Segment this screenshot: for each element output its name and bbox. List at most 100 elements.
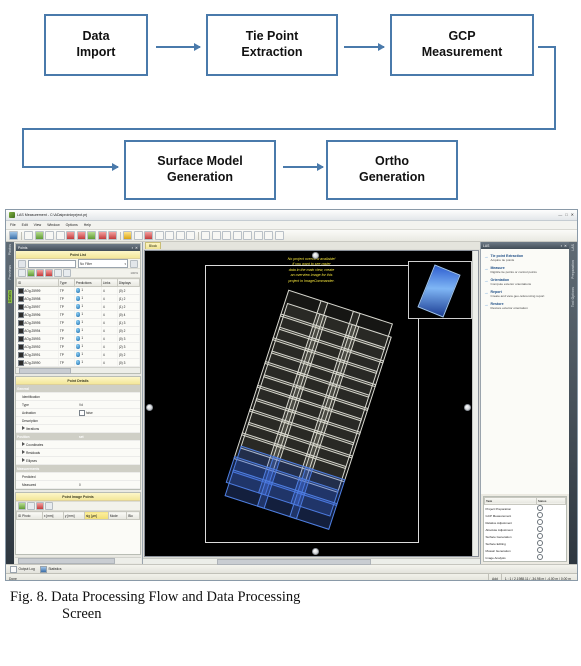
- details-row[interactable]: Description: [16, 416, 140, 425]
- toolbar-remove-icon[interactable]: [76, 231, 86, 240]
- toolbar-reject-icon[interactable]: [97, 231, 107, 240]
- viewport-handle-left[interactable]: [146, 403, 153, 411]
- row-checkbox[interactable]: [17, 319, 24, 326]
- toolbar-settings-icon[interactable]: [253, 231, 263, 240]
- expand-icon[interactable]: [22, 426, 25, 430]
- overview-thumbnail[interactable]: [408, 261, 472, 319]
- menu-bar[interactable]: File Edit View Window Options Help: [6, 221, 577, 230]
- expand-icon[interactable]: [22, 442, 25, 446]
- point-accept-icon[interactable]: [27, 269, 35, 277]
- row-checkbox[interactable]: [17, 327, 24, 334]
- wizard-item[interactable]: → Report Create and view geo-referencing r…: [481, 288, 569, 300]
- vertical-tab-photos[interactable]: Photos: [8, 244, 12, 255]
- output-log-tab[interactable]: Output Log: [10, 565, 35, 573]
- tab-block[interactable]: Block: [145, 242, 162, 249]
- table-row[interactable]: AOg.25995 TP 1 4 (1) 3: [16, 318, 141, 327]
- toolbar-cursor-icon[interactable]: [45, 231, 54, 240]
- wizard-item[interactable]: → Tie point Extraction Acquire tie points: [481, 252, 569, 264]
- toolbar-fit-icon[interactable]: [165, 231, 174, 240]
- pin-icon[interactable]: ▪: [561, 244, 562, 248]
- wizard-item[interactable]: → Measure Digitize tie points or control p…: [481, 264, 569, 276]
- row-checkbox[interactable]: [17, 287, 24, 294]
- vertical-tab-previews[interactable]: Previews: [8, 265, 12, 280]
- column-header-sig-um[interactable]: sig [µm]: [83, 511, 109, 520]
- view-tab-row[interactable]: Block: [143, 242, 480, 249]
- details-group-row[interactable]: Measurements: [16, 464, 140, 473]
- point-filter-row[interactable]: No Filter ▾: [16, 259, 140, 268]
- column-header-displays[interactable]: Displays: [116, 278, 141, 287]
- toolbar-accept-icon[interactable]: [87, 231, 96, 240]
- menu-item-edit[interactable]: Edit: [22, 223, 28, 227]
- close-icon[interactable]: ✕: [564, 244, 567, 248]
- point-remove-icon[interactable]: [45, 269, 53, 277]
- toolbar-add-point-icon[interactable]: [34, 231, 44, 240]
- point-list-toolbar[interactable]: 100%: [16, 268, 140, 278]
- task-row[interactable]: Image Analysis: [485, 554, 566, 561]
- column-header-y-mm[interactable]: y [mm]: [62, 511, 85, 520]
- filter-apply-icon[interactable]: [130, 259, 138, 268]
- task-row[interactable]: Surface Generation: [485, 533, 566, 540]
- expand-icon[interactable]: [22, 458, 25, 462]
- details-row[interactable]: Identification: [16, 392, 140, 401]
- menu-item-help[interactable]: Help: [84, 223, 91, 227]
- vertical-tab-details[interactable]: Details: [8, 289, 12, 303]
- column-header-predictions[interactable]: Predictions: [73, 278, 102, 287]
- toolbar-zoom-icon[interactable]: [133, 231, 143, 240]
- chevron-down-icon[interactable]: ▾: [124, 262, 126, 266]
- image-point-edit-icon[interactable]: [27, 502, 35, 510]
- toolbar-grid-icon[interactable]: [175, 231, 185, 240]
- scrollbar-thumb[interactable]: [18, 557, 115, 564]
- row-checkbox[interactable]: [17, 343, 24, 350]
- menu-item-window[interactable]: Window: [47, 223, 59, 227]
- point-delete-icon[interactable]: [36, 269, 44, 277]
- maximize-icon[interactable]: □: [565, 213, 567, 217]
- details-row[interactable]: Coordinates: [16, 440, 140, 449]
- image-points-toolbar[interactable]: [16, 501, 140, 511]
- toolbar-report-icon[interactable]: [264, 231, 273, 240]
- main-toolbar[interactable]: [6, 230, 577, 242]
- task-row[interactable]: GCP Measurement: [485, 512, 566, 519]
- toolbar-pan-icon[interactable]: [154, 231, 164, 240]
- scrollbar-thumb[interactable]: [19, 367, 71, 374]
- details-row[interactable]: Predicted: [16, 472, 140, 481]
- toolbar-measure-icon[interactable]: [123, 231, 132, 240]
- table-row[interactable]: AOg.25996 TP 1 4 (0) 4: [16, 310, 141, 319]
- column-header-mode[interactable]: Mode: [107, 511, 128, 520]
- window-controls[interactable]: — □ ✕: [558, 213, 574, 217]
- image-point-add-icon[interactable]: [18, 502, 26, 510]
- pin-icon[interactable]: ▪: [132, 246, 133, 250]
- viewport-handle-bottom[interactable]: [311, 548, 319, 555]
- table-row[interactable]: AOg.25994 TP 1 4 (0) 2: [16, 326, 141, 335]
- details-group-row[interactable]: Position set: [16, 432, 140, 441]
- toolbar-help-icon[interactable]: [274, 231, 284, 240]
- row-checkbox[interactable]: [17, 311, 24, 318]
- row-checkbox[interactable]: [17, 351, 24, 358]
- point-label-icon[interactable]: [54, 269, 62, 277]
- wizard-panel-buttons[interactable]: ▪ ✕: [561, 244, 567, 248]
- wizard-item[interactable]: → Orientation Compute exterior orientation…: [481, 276, 569, 288]
- row-checkbox[interactable]: [17, 295, 24, 302]
- left-dock-horizontal-scrollbar[interactable]: [15, 557, 141, 564]
- toolbar-pointer-icon[interactable]: [55, 231, 65, 240]
- scrollbar-thumb[interactable]: [217, 558, 371, 565]
- toolbar-new-icon[interactable]: [24, 231, 33, 240]
- expand-icon[interactable]: [22, 450, 25, 454]
- row-checkbox[interactable]: [17, 335, 24, 342]
- point-list-horizontal-scrollbar[interactable]: [16, 367, 140, 374]
- statistics-tab[interactable]: Statistics: [39, 565, 62, 573]
- table-row[interactable]: AOg.25999 TP 1 4 (0) 2: [16, 286, 141, 295]
- table-row[interactable]: AOg.25992 TP 1 4 (2) 3: [16, 342, 141, 351]
- point-add-icon[interactable]: [18, 269, 26, 277]
- image-point-options-icon[interactable]: [45, 502, 53, 510]
- main-viewport[interactable]: No project overview available! If you wa…: [144, 250, 479, 557]
- column-header-blo[interactable]: Blo: [126, 511, 140, 520]
- toolbar-undo-icon[interactable]: [201, 231, 210, 240]
- point-options-icon[interactable]: [63, 269, 71, 277]
- toolbar-layer-icon[interactable]: [186, 231, 195, 240]
- menu-item-file[interactable]: File: [10, 223, 16, 227]
- image-points-table[interactable]: ID Photo x [mm] y [mm] sig [µm] Mode Blo: [16, 511, 140, 520]
- column-header-task[interactable]: Task: [484, 496, 537, 505]
- toolbar-delete-icon[interactable]: [66, 231, 75, 240]
- table-row[interactable]: AOg.25990 TP 1 4 (0) 3: [16, 358, 141, 367]
- point-filter-combo[interactable]: No Filter ▾: [78, 259, 128, 268]
